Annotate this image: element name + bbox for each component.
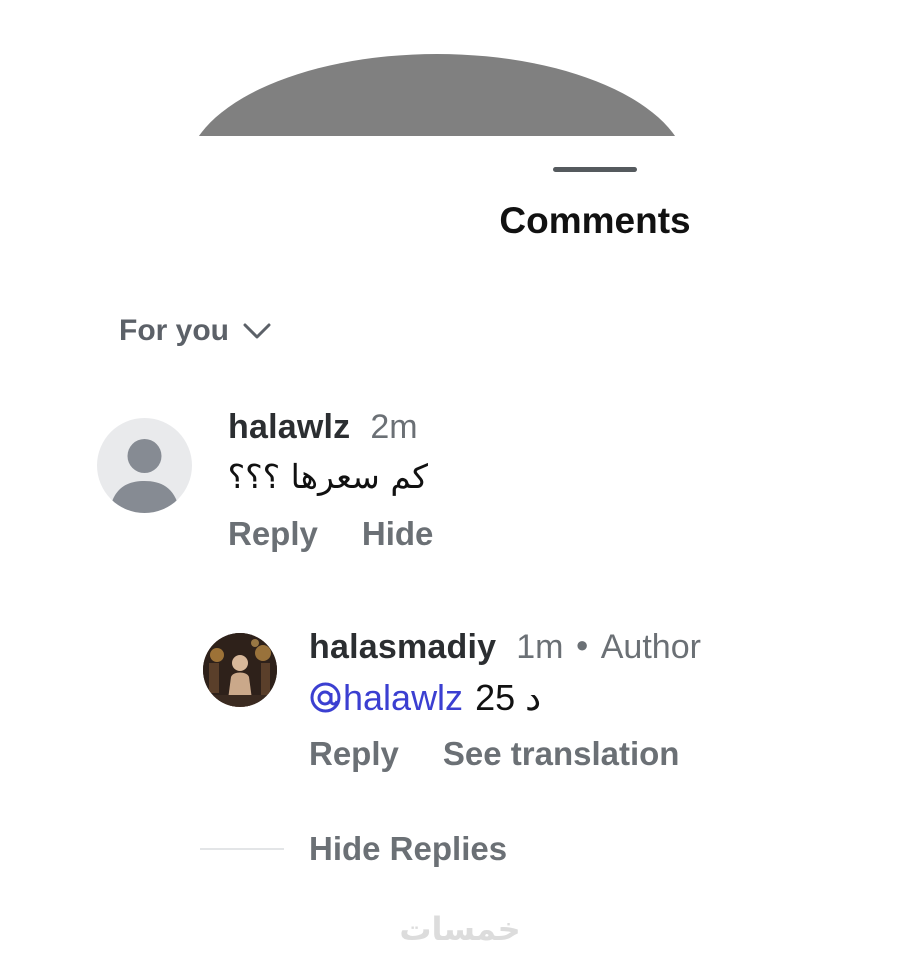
see-translation-button[interactable]: See translation [443,735,680,773]
reply-button[interactable]: Reply [309,735,399,773]
sort-filter-dropdown[interactable]: For you [119,314,271,348]
video-thumbnail [186,54,688,136]
hide-button[interactable]: Hide [362,515,434,553]
reply-actions: Reply See translation [309,735,723,773]
video-thumbnail-background [186,54,688,136]
drag-handle[interactable] [553,167,637,172]
author-badge: Author [600,628,701,666]
watermark: خمسات [399,910,521,948]
chevron-down-icon [243,323,271,339]
reply-time: 1m [516,628,564,666]
mention-username: halawlz [343,677,464,718]
sort-filter-label: For you [119,314,229,347]
threads-at-icon [310,682,341,713]
avatar-default[interactable] [97,418,192,513]
reply-username[interactable]: halasmadiy [309,628,496,667]
comment-actions: Reply Hide [228,515,477,553]
reply-text: halawlz د 25 [309,677,723,727]
hide-replies-button[interactable]: Hide Replies [200,830,507,868]
comment-text: كم سعرها ؟؟؟ [227,457,428,496]
separator-dot: ● [575,632,589,657]
thread-line [200,848,284,850]
hide-replies-label: Hide Replies [309,830,508,867]
comments-screen: Comments For you halawlz 2m كم سعرها ؟؟؟… [0,0,924,975]
reply: halasmadiy 1m ● Author halawlz د 25 Reply… [309,628,723,773]
comment-meta: halawlz 2m [228,408,477,447]
avatar-photo[interactable] [203,633,277,707]
comment: halawlz 2m كم سعرها ؟؟؟ Reply Hide [228,408,477,553]
comment-time: 2m [370,408,418,446]
user-silhouette-icon [109,439,180,513]
reply-button[interactable]: Reply [228,515,318,553]
sheet-title: Comments [499,200,691,241]
reply-message: د 25 [475,677,542,718]
profile-photo [203,633,277,707]
comment-username[interactable]: halawlz [228,408,350,447]
reply-meta: halasmadiy 1m ● Author [309,628,723,667]
mention-link[interactable]: halawlz [309,677,463,718]
